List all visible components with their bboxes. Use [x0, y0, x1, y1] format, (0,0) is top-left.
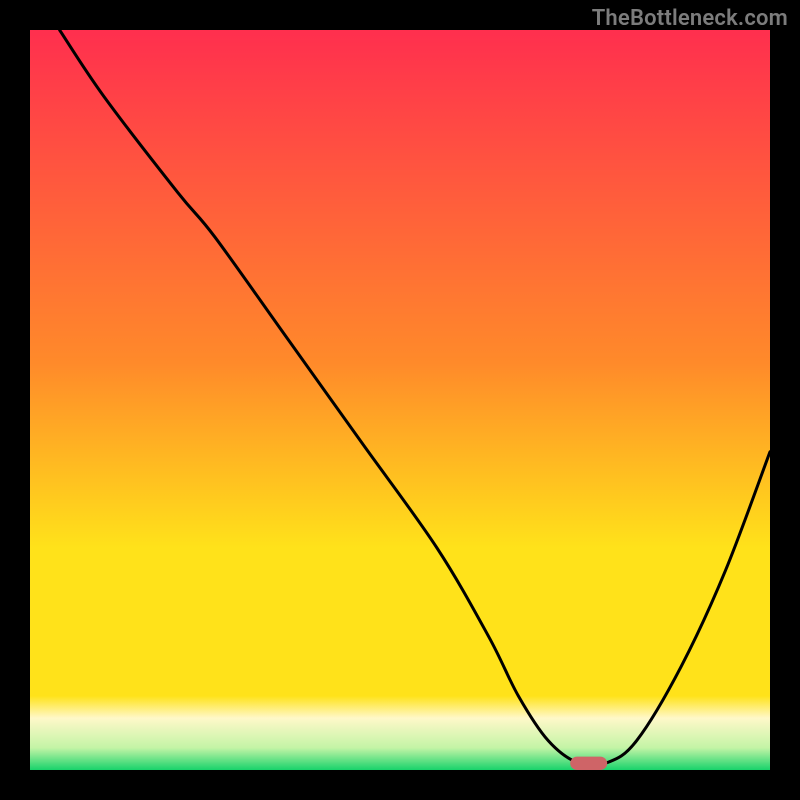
bottleneck-chart	[30, 30, 770, 770]
watermark-text: TheBottleneck.com	[592, 6, 788, 31]
chart-frame: TheBottleneck.com	[0, 0, 800, 800]
gradient-background	[30, 30, 770, 770]
optimal-marker	[570, 757, 607, 770]
